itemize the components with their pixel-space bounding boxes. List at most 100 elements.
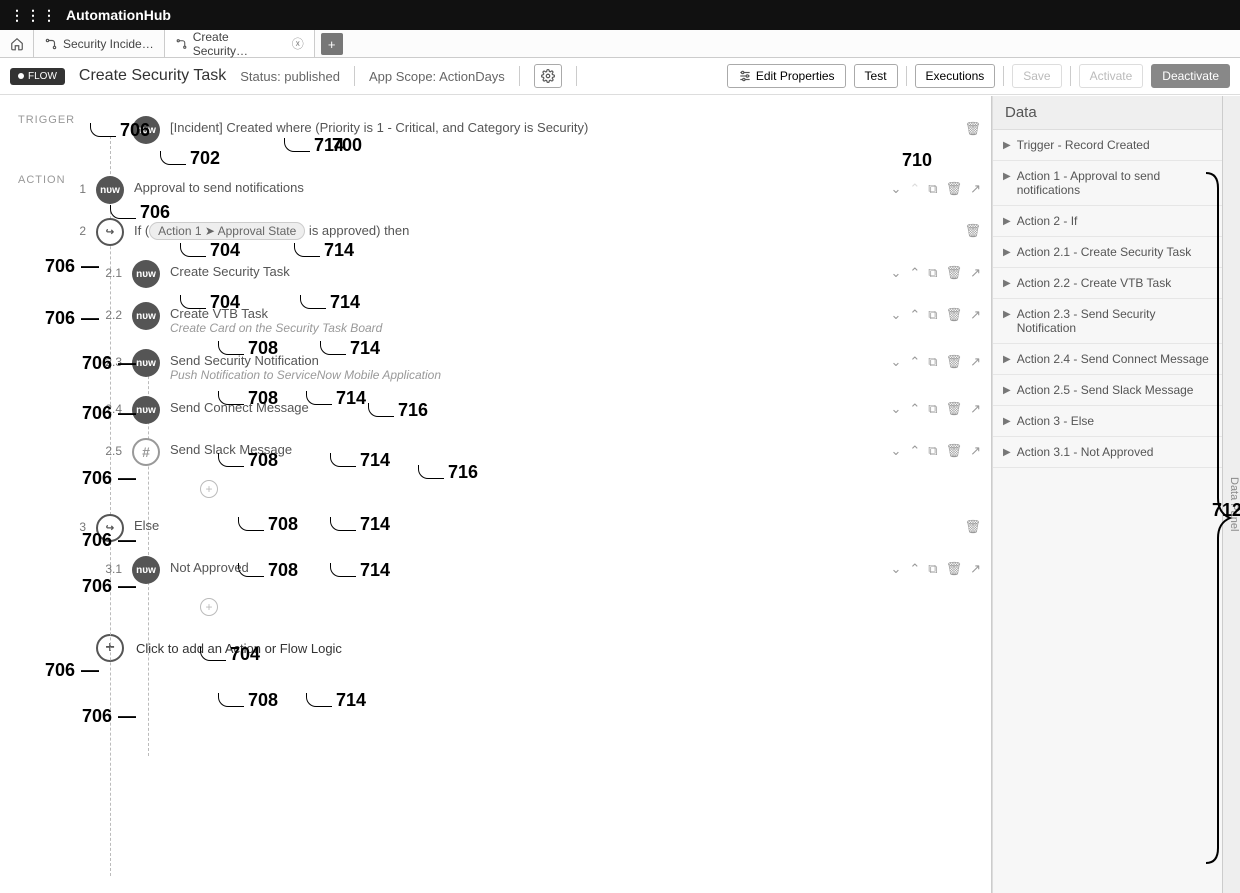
action-row-2-3[interactable]: 2.3 nᴜw Send Security Notification Push …: [96, 349, 981, 382]
flow-badge: FLOW: [10, 68, 65, 85]
flow-icon: [175, 37, 188, 51]
tab-security-incident[interactable]: Security Incide…: [34, 30, 165, 57]
delete-icon[interactable]: 🗑: [964, 121, 981, 137]
action-label: ACTION: [18, 174, 66, 186]
data-item[interactable]: ▶Action 2.3 - Send Security Notification: [993, 299, 1222, 344]
caret-icon: ▶: [1003, 276, 1011, 289]
action-row-2-1[interactable]: 2.1 nᴜw Create Security Task ⌄ ⌃ ⧉ 🗑 ↗: [96, 260, 981, 288]
duplicate-icon[interactable]: ⧉: [928, 561, 937, 577]
settings-button[interactable]: [534, 64, 562, 88]
trigger-text: [Incident] Created where (Priority is 1 …: [170, 120, 954, 135]
delete-icon[interactable]: 🗑: [946, 401, 963, 417]
side-tab-data[interactable]: Data Panel: [1222, 96, 1240, 893]
action-row-3[interactable]: 3 ↪ Else 🗑: [60, 514, 981, 542]
chevron-down-icon[interactable]: ⌄: [890, 307, 901, 323]
data-item[interactable]: ▶Action 2.1 - Create Security Task: [993, 237, 1222, 268]
delete-icon[interactable]: 🗑: [964, 519, 981, 535]
home-icon: [10, 37, 24, 51]
now-icon: nᴜw: [132, 556, 160, 584]
now-icon: nᴜw: [132, 116, 160, 144]
action-row-2-4[interactable]: 2.4 nᴜw Send Connect Message ⌄ ⌃ ⧉ 🗑 ↗: [96, 396, 981, 424]
data-item[interactable]: ▶Action 2.4 - Send Connect Message: [993, 344, 1222, 375]
chevron-up-icon[interactable]: ⌃: [909, 307, 920, 323]
action-row-1[interactable]: 1 nᴜw Approval to send notifications ⌄ ⌃…: [60, 176, 981, 204]
add-action-row[interactable]: + Click to add an Action or Flow Logic: [96, 634, 981, 662]
chevron-up-icon[interactable]: ⌃: [909, 265, 920, 281]
duplicate-icon[interactable]: ⧉: [928, 401, 937, 417]
open-icon[interactable]: ↗: [970, 561, 981, 577]
open-icon[interactable]: ↗: [970, 401, 981, 417]
delete-icon[interactable]: 🗑: [946, 265, 963, 281]
gear-icon: [541, 69, 555, 83]
chevron-down-icon[interactable]: ⌄: [890, 265, 901, 281]
branch-icon: ↪: [96, 514, 124, 542]
executions-button[interactable]: Executions: [915, 64, 996, 88]
add-action-inline[interactable]: +: [200, 480, 218, 498]
flow-canvas[interactable]: TRIGGER ACTION nᴜw [Incident] Created wh…: [0, 96, 992, 893]
separator: [906, 66, 907, 86]
data-item[interactable]: ▶Action 3 - Else: [993, 406, 1222, 437]
now-icon: nᴜw: [132, 349, 160, 377]
duplicate-icon[interactable]: ⧉: [928, 354, 937, 370]
caret-icon: ▶: [1003, 138, 1011, 151]
slack-icon: #: [132, 438, 160, 466]
add-tab-button[interactable]: +: [321, 33, 343, 55]
condition-pill[interactable]: Action 1 ➤ Approval State: [149, 222, 305, 240]
chevron-down-icon[interactable]: ⌄: [890, 181, 901, 197]
test-button[interactable]: Test: [854, 64, 898, 88]
delete-icon[interactable]: 🗑: [946, 307, 963, 323]
action-row-2[interactable]: 2 ↪ If (Action 1 ➤ Approval State is app…: [60, 218, 981, 246]
main: TRIGGER ACTION nᴜw [Incident] Created wh…: [0, 96, 1240, 893]
duplicate-icon[interactable]: ⧉: [928, 265, 937, 281]
action-row-3-1[interactable]: 3.1 nᴜw Not Approved ⌄ ⌃ ⧉ 🗑 ↗: [96, 556, 981, 584]
delete-icon[interactable]: 🗑: [946, 354, 963, 370]
chevron-down-icon[interactable]: ⌄: [890, 401, 901, 417]
open-icon[interactable]: ↗: [970, 307, 981, 323]
sliders-icon: [738, 69, 752, 83]
open-icon[interactable]: ↗: [970, 181, 981, 197]
activate-button: Activate: [1079, 64, 1144, 88]
duplicate-icon[interactable]: ⧉: [928, 443, 937, 459]
chevron-down-icon[interactable]: ⌄: [890, 354, 901, 370]
data-item[interactable]: ▶Action 1 - Approval to send notificatio…: [993, 161, 1222, 206]
row-title: If (Action 1 ➤ Approval State is approve…: [134, 222, 954, 240]
duplicate-icon[interactable]: ⧉: [928, 307, 937, 323]
tab-strip: Security Incide… Create Security… ⓧ +: [0, 30, 1240, 58]
home-tab[interactable]: [0, 30, 34, 57]
data-item[interactable]: ▶Action 2.2 - Create VTB Task: [993, 268, 1222, 299]
open-icon[interactable]: ↗: [970, 443, 981, 459]
data-item[interactable]: ▶Trigger - Record Created: [993, 130, 1222, 161]
row-number: 3.1: [96, 556, 122, 576]
chevron-up-icon[interactable]: ⌃: [909, 443, 920, 459]
data-item[interactable]: ▶Action 3.1 - Not Approved: [993, 437, 1222, 468]
chevron-down-icon[interactable]: ⌄: [890, 561, 901, 577]
delete-icon[interactable]: 🗑: [946, 561, 963, 577]
data-item[interactable]: ▶Action 2.5 - Send Slack Message: [993, 375, 1222, 406]
delete-icon[interactable]: 🗑: [946, 181, 963, 197]
caret-icon: ▶: [1003, 214, 1011, 227]
deactivate-button[interactable]: Deactivate: [1151, 64, 1230, 88]
edit-properties-button[interactable]: Edit Properties: [727, 64, 846, 88]
chevron-up-icon[interactable]: ⌃: [909, 561, 920, 577]
open-icon[interactable]: ↗: [970, 265, 981, 281]
caret-icon: ▶: [1003, 169, 1011, 182]
data-item[interactable]: ▶Action 2 - If: [993, 206, 1222, 237]
open-icon[interactable]: ↗: [970, 354, 981, 370]
trigger-row[interactable]: nᴜw [Incident] Created where (Priority i…: [96, 116, 981, 144]
row-subtitle: Push Notification to ServiceNow Mobile A…: [170, 368, 880, 382]
add-action-inline[interactable]: +: [200, 598, 218, 616]
close-icon[interactable]: ⓧ: [292, 35, 304, 52]
duplicate-icon[interactable]: ⧉: [928, 181, 937, 197]
chevron-down-icon[interactable]: ⌄: [890, 443, 901, 459]
delete-icon[interactable]: 🗑: [946, 443, 963, 459]
action-row-2-5[interactable]: 2.5 # Send Slack Message ⌄ ⌃ ⧉ 🗑 ↗: [96, 438, 981, 466]
chevron-up-icon[interactable]: ⌃: [909, 401, 920, 417]
delete-icon[interactable]: 🗑: [964, 223, 981, 239]
data-panel-title: Data: [993, 96, 1222, 130]
chevron-up-icon[interactable]: ⌃: [909, 354, 920, 370]
action-row-2-2[interactable]: 2.2 nᴜw Create VTB Task Create Card on t…: [96, 302, 981, 335]
tab-create-security[interactable]: Create Security… ⓧ: [165, 30, 315, 57]
connector-line: [110, 136, 111, 876]
caret-icon: ▶: [1003, 352, 1011, 365]
now-icon: nᴜw: [132, 260, 160, 288]
